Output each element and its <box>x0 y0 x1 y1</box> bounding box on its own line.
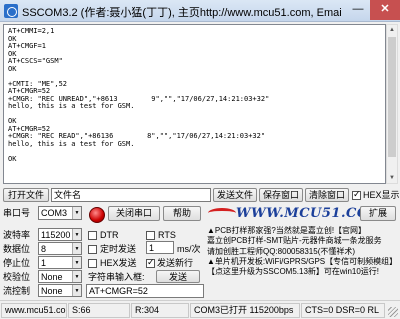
databits-value: 8 <box>41 244 47 254</box>
input-label: 字符串输入框: <box>88 272 145 282</box>
output-line: OK <box>8 49 17 58</box>
databits-label: 数据位 <box>3 244 31 254</box>
rts-checkbox[interactable] <box>146 231 155 240</box>
output-line: AT+CMMI=2,1 <box>8 27 55 35</box>
send-file-button[interactable]: 发送文件 <box>213 188 257 202</box>
dtr-label: DTR <box>100 230 119 240</box>
rts-label: RTS <box>158 230 176 240</box>
ad-line: 请加创胜工程师QQ:800058315(不懂祥术) <box>207 246 356 256</box>
send-button[interactable]: 发送 <box>156 270 200 283</box>
send-newline-label: 发送新行 <box>157 258 194 268</box>
help-button[interactable]: 帮助 <box>163 206 201 221</box>
filename-field[interactable]: 文件名 <box>51 188 211 202</box>
flow-value: None <box>41 286 63 296</box>
chevron-down-icon: ▼ <box>72 271 81 282</box>
expand-button[interactable]: 扩展 <box>360 206 396 221</box>
hex-send-checkbox[interactable] <box>88 259 97 268</box>
stopbits-label: 停止位 <box>3 258 31 268</box>
scroll-up-icon[interactable]: ▲ <box>387 25 397 35</box>
flow-label: 流控制 <box>3 286 31 296</box>
chevron-down-icon: ▼ <box>72 257 81 268</box>
window-title: SSCOM3.2 (作者:聂小猛(丁丁), 主页http://www.mcu51… <box>22 7 342 19</box>
stopbits-value: 1 <box>41 258 47 268</box>
clear-window-button[interactable]: 清除窗口 <box>305 188 349 202</box>
open-file-button[interactable]: 打开文件 <box>3 188 49 202</box>
advertisement-text[interactable]: ▲PCB打样那家强?当然就是嘉立创!【官网】 嘉立创PCB打样-SMT贴片-元器件… <box>207 226 395 301</box>
receive-output-area[interactable]: AT+CMMI=2,1 OK AT+CMGF=1 OK AT+CSCS="GSM" OK +… <box>3 24 386 184</box>
port-value: COM3 <box>41 208 68 218</box>
timed-send-checkbox[interactable] <box>88 245 97 254</box>
interval-unit: ms/次 <box>177 244 201 254</box>
ad-line: ▲PCB打样那家强?当然就是嘉立创!【官网】 <box>207 226 367 235</box>
parity-label: 校验位 <box>3 272 31 282</box>
save-window-button[interactable]: 保存窗口 <box>259 188 303 202</box>
chevron-down-icon: ▼ <box>72 243 81 254</box>
chevron-down-icon: ▼ <box>72 285 81 296</box>
databits-select[interactable]: 8 ▼ <box>38 242 82 255</box>
parity-value: None <box>41 272 63 282</box>
ad-line: 嘉立创PCB打样-SMT贴片-元器件商城一条龙服务 <box>207 236 382 246</box>
output-line: OK <box>8 34 17 43</box>
scroll-thumb[interactable] <box>388 37 396 157</box>
hex-send-label: HEX发送 <box>100 258 137 268</box>
status-port-state: COM3已打开 115200bps <box>190 303 300 318</box>
app-icon <box>4 4 18 18</box>
hex-display-label: HEX显示 <box>363 190 400 200</box>
baud-label: 波特率 <box>3 230 31 240</box>
ad-line: 【点这里升级为SSCOM5.13新】可在win10运行! <box>207 267 380 277</box>
status-website[interactable]: www.mcu51.cor <box>1 303 67 318</box>
output-line: hello, this is a test for GSM. <box>8 139 135 148</box>
chevron-down-icon: ▼ <box>72 207 81 219</box>
title-bar[interactable]: SSCOM3.2 (作者:聂小猛(丁丁), 主页http://www.mcu51… <box>0 0 400 22</box>
output-scrollbar[interactable]: ▲ ▼ <box>386 24 398 184</box>
status-sent-count: S:66 <box>68 303 130 318</box>
baud-value: 115200 <box>41 230 71 240</box>
banner-swoosh-icon <box>208 208 236 218</box>
ad-line: ▲单片机开发板:WiFi/GPRS/GPS【专信可制频模组】 <box>207 256 395 266</box>
baud-select[interactable]: 115200 ▼ <box>38 228 82 241</box>
flow-select[interactable]: None ▼ <box>38 284 82 297</box>
parity-select[interactable]: None ▼ <box>38 270 82 283</box>
close-button[interactable]: ✕ <box>370 0 400 20</box>
port-select[interactable]: COM3 ▼ <box>38 206 82 220</box>
hex-display-checkbox[interactable] <box>352 189 361 200</box>
mcu51-banner: WWW.MCU51.COM <box>208 204 383 222</box>
status-bar: www.mcu51.cor S:66 R:304 COM3已打开 115200b… <box>0 300 400 319</box>
minimize-button[interactable]: — <box>348 0 368 20</box>
close-port-button[interactable]: 关闭串口 <box>108 206 160 221</box>
timed-send-label: 定时发送 <box>100 244 137 254</box>
interval-field[interactable]: 1 <box>146 241 174 254</box>
output-line: AT+CMGF=1 <box>8 42 46 50</box>
chevron-down-icon: ▼ <box>72 229 81 240</box>
dtr-checkbox[interactable] <box>88 231 97 240</box>
output-line: OK <box>8 154 17 163</box>
port-status-light-icon <box>89 207 105 223</box>
output-line: AT+CSCS="GSM" <box>8 57 63 65</box>
resize-grip-icon[interactable] <box>388 307 398 317</box>
output-line: OK <box>8 117 17 125</box>
status-received-count: R:304 <box>131 303 189 318</box>
port-label: 串口号 <box>3 208 31 218</box>
stopbits-select[interactable]: 1 ▼ <box>38 256 82 269</box>
output-line: +CMTI: "ME",52 <box>8 79 68 88</box>
send-newline-checkbox[interactable] <box>146 257 155 268</box>
output-line: OK <box>8 64 17 73</box>
scroll-down-icon[interactable]: ▼ <box>387 173 397 183</box>
send-input[interactable]: AT+CMGR=52 <box>86 284 204 298</box>
output-line: hello, this is a test for GSM. <box>8 102 135 110</box>
status-signals: CTS=0 DSR=0 RL <box>301 303 385 318</box>
